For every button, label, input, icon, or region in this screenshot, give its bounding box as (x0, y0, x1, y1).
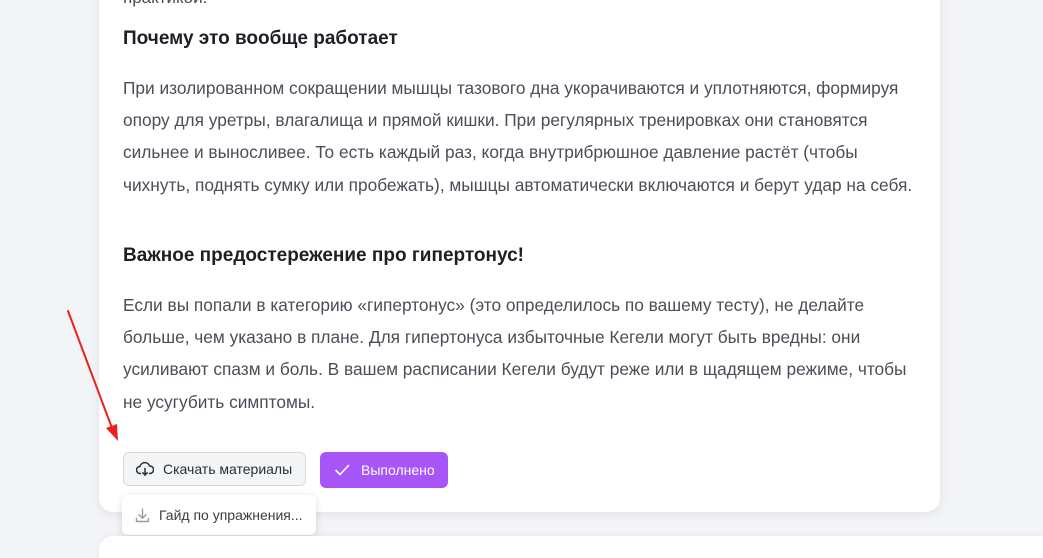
dropdown-item-exercise-guide[interactable]: Гайд по упражнения... (134, 507, 303, 524)
section-heading-hypertonus-warning: Важное предостережение про гипертонус! (123, 245, 524, 266)
download-icon (134, 507, 151, 524)
mark-done-button[interactable]: Выполнено (320, 452, 448, 488)
materials-dropdown: Гайд по упражнения... (122, 495, 316, 535)
section-heading-why-it-works: Почему это вообще работает (123, 28, 398, 49)
cloud-download-icon (136, 461, 154, 477)
download-materials-label: Скачать материалы (163, 461, 293, 477)
section-text-hypertonus-warning: Если вы попали в категорию «гипертонус» … (123, 295, 907, 412)
download-materials-button[interactable]: Скачать материалы (123, 452, 306, 486)
checkmark-icon (334, 463, 350, 477)
previous-paragraph-tail: практикой. (123, 0, 207, 8)
dropdown-item-label: Гайд по упражнения... (159, 507, 303, 523)
mark-done-label: Выполнено (361, 462, 435, 478)
section-text-why-it-works: При изолированном сокращении мышцы тазов… (123, 78, 913, 195)
next-lesson-card (99, 536, 1043, 558)
page: практикой. Почему это вообще работает Пр… (0, 0, 1043, 558)
